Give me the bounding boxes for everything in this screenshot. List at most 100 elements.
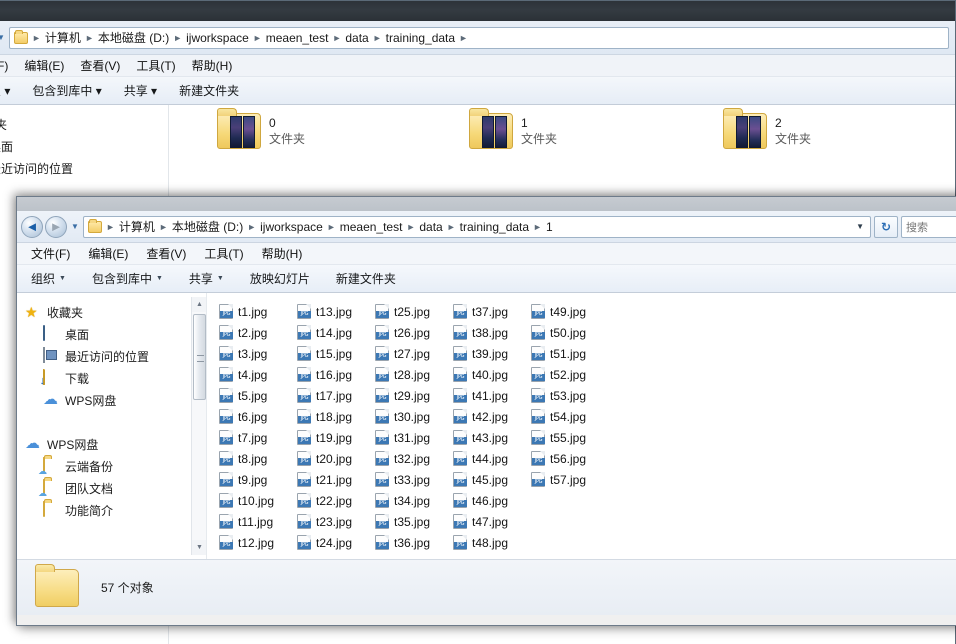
- file-item[interactable]: t35.jpg: [375, 511, 453, 532]
- nav-item-wps-cloud-root[interactable]: WPS网盘: [17, 433, 206, 455]
- toolbar-include-in-library[interactable]: 包含到库中 ▾: [32, 82, 101, 99]
- file-item[interactable]: t32.jpg: [375, 448, 453, 469]
- chevron-down-icon[interactable]: ▼: [856, 222, 868, 231]
- breadcrumb-item-data[interactable]: data: [416, 220, 445, 234]
- menu-edit[interactable]: 编辑(E): [24, 57, 64, 74]
- menu-file[interactable]: 文件(F): [31, 245, 70, 262]
- file-item[interactable]: t50.jpg: [531, 322, 609, 343]
- file-item[interactable]: t2.jpg: [219, 322, 297, 343]
- history-dropdown-icon[interactable]: ▼: [69, 216, 81, 238]
- breadcrumb-item-5[interactable]: training_data: [383, 31, 458, 45]
- forward-button[interactable]: ►: [45, 215, 67, 238]
- nav-item-team-docs[interactable]: 团队文档: [17, 477, 206, 499]
- menu-edit[interactable]: 编辑(E): [88, 245, 128, 262]
- background-window-titlebar[interactable]: [0, 1, 955, 21]
- file-item[interactable]: t4.jpg: [219, 364, 297, 385]
- breadcrumb-item-training-data[interactable]: training_data: [457, 220, 532, 234]
- background-nav-item-favorites[interactable]: 收藏夹: [0, 113, 168, 135]
- file-item[interactable]: t47.jpg: [453, 511, 531, 532]
- file-item[interactable]: t12.jpg: [219, 532, 297, 553]
- file-item[interactable]: t36.jpg: [375, 532, 453, 553]
- scrollbar-thumb[interactable]: [193, 314, 206, 400]
- menu-tools[interactable]: 工具(T): [204, 245, 243, 262]
- nav-item-feature-intro[interactable]: 功能简介: [17, 499, 206, 521]
- file-item[interactable]: t18.jpg: [297, 406, 375, 427]
- file-item[interactable]: t55.jpg: [531, 427, 609, 448]
- breadcrumb-item-4[interactable]: data: [342, 31, 371, 45]
- background-breadcrumb[interactable]: ► 计算机 ► 本地磁盘 (D:) ► ijworkspace ► meaen_…: [9, 26, 949, 49]
- file-item[interactable]: t48.jpg: [453, 532, 531, 553]
- file-item[interactable]: t21.jpg: [297, 469, 375, 490]
- file-item[interactable]: t54.jpg: [531, 406, 609, 427]
- toolbar-organize[interactable]: 织 ▾: [0, 82, 10, 99]
- breadcrumb-item-meaen-test[interactable]: meaen_test: [337, 220, 406, 234]
- file-item[interactable]: t14.jpg: [297, 322, 375, 343]
- folder-tile[interactable]: 2 文件夹: [723, 108, 811, 149]
- file-item[interactable]: t28.jpg: [375, 364, 453, 385]
- search-input[interactable]: 搜索: [901, 215, 956, 238]
- nav-item-recent-places[interactable]: 最近访问的位置: [17, 345, 206, 367]
- menu-view[interactable]: 查看(V): [146, 245, 186, 262]
- menu-tools[interactable]: 工具(T): [136, 57, 175, 74]
- file-item[interactable]: t24.jpg: [297, 532, 375, 553]
- file-item[interactable]: t34.jpg: [375, 490, 453, 511]
- toolbar-slideshow[interactable]: 放映幻灯片: [250, 270, 310, 287]
- file-item[interactable]: t40.jpg: [453, 364, 531, 385]
- toolbar-organize[interactable]: 组织 ▼: [31, 270, 66, 287]
- history-dropdown-icon[interactable]: ▼: [0, 27, 7, 49]
- file-item[interactable]: t37.jpg: [453, 301, 531, 322]
- file-item[interactable]: t16.jpg: [297, 364, 375, 385]
- file-item[interactable]: t11.jpg: [219, 511, 297, 532]
- file-item[interactable]: t10.jpg: [219, 490, 297, 511]
- file-item[interactable]: t39.jpg: [453, 343, 531, 364]
- file-item[interactable]: t33.jpg: [375, 469, 453, 490]
- menu-help[interactable]: 帮助(H): [262, 245, 303, 262]
- file-item[interactable]: t8.jpg: [219, 448, 297, 469]
- back-button[interactable]: ◄: [21, 215, 43, 238]
- file-item[interactable]: t17.jpg: [297, 385, 375, 406]
- toolbar-new-folder[interactable]: 新建文件夹: [179, 82, 239, 99]
- file-item[interactable]: t26.jpg: [375, 322, 453, 343]
- toolbar-new-folder[interactable]: 新建文件夹: [336, 270, 396, 287]
- file-item[interactable]: t6.jpg: [219, 406, 297, 427]
- file-item[interactable]: t20.jpg: [297, 448, 375, 469]
- nav-item-wps-cloud-fav[interactable]: WPS网盘: [17, 389, 206, 411]
- toolbar-include-in-library[interactable]: 包含到库中 ▼: [92, 270, 163, 287]
- breadcrumb-item-3[interactable]: meaen_test: [263, 31, 332, 45]
- file-item[interactable]: t23.jpg: [297, 511, 375, 532]
- file-item[interactable]: t51.jpg: [531, 343, 609, 364]
- file-item[interactable]: t29.jpg: [375, 385, 453, 406]
- file-item[interactable]: t49.jpg: [531, 301, 609, 322]
- folder-tile[interactable]: 0 文件夹: [217, 108, 305, 149]
- file-item[interactable]: t38.jpg: [453, 322, 531, 343]
- breadcrumb-item-computer[interactable]: 计算机: [116, 218, 158, 235]
- menu-view[interactable]: 查看(V): [80, 57, 120, 74]
- file-item[interactable]: t19.jpg: [297, 427, 375, 448]
- file-item[interactable]: t15.jpg: [297, 343, 375, 364]
- refresh-button[interactable]: ↻: [874, 215, 898, 238]
- nav-item-downloads[interactable]: 下载: [17, 367, 206, 389]
- breadcrumb-item-ijworkspace[interactable]: ijworkspace: [257, 220, 326, 234]
- file-item[interactable]: t43.jpg: [453, 427, 531, 448]
- file-item[interactable]: t42.jpg: [453, 406, 531, 427]
- menu-help[interactable]: 帮助(H): [192, 57, 233, 74]
- file-item[interactable]: t27.jpg: [375, 343, 453, 364]
- file-item[interactable]: t52.jpg: [531, 364, 609, 385]
- background-nav-item-recent[interactable]: 最近访问的位置: [0, 157, 168, 179]
- breadcrumb-item-2[interactable]: ijworkspace: [183, 31, 252, 45]
- file-item[interactable]: t13.jpg: [297, 301, 375, 322]
- breadcrumb-item-disk[interactable]: 本地磁盘 (D:): [169, 218, 246, 235]
- file-item[interactable]: t31.jpg: [375, 427, 453, 448]
- breadcrumb-item-1[interactable]: 本地磁盘 (D:): [95, 29, 172, 46]
- file-item[interactable]: t57.jpg: [531, 469, 609, 490]
- toolbar-share[interactable]: 共享 ▾: [124, 82, 157, 99]
- nav-item-favorites[interactable]: 收藏夹: [17, 301, 206, 323]
- nav-scrollbar[interactable]: ▲ ▼: [191, 297, 206, 555]
- file-list-area[interactable]: t1.jpg t2.jpg t3.jpg t4.jpg t5.jpg t6.jp…: [207, 293, 956, 559]
- file-item[interactable]: t53.jpg: [531, 385, 609, 406]
- file-item[interactable]: t46.jpg: [453, 490, 531, 511]
- breadcrumb-item-1[interactable]: 1: [543, 220, 556, 234]
- file-item[interactable]: t3.jpg: [219, 343, 297, 364]
- file-item[interactable]: t45.jpg: [453, 469, 531, 490]
- file-item[interactable]: t22.jpg: [297, 490, 375, 511]
